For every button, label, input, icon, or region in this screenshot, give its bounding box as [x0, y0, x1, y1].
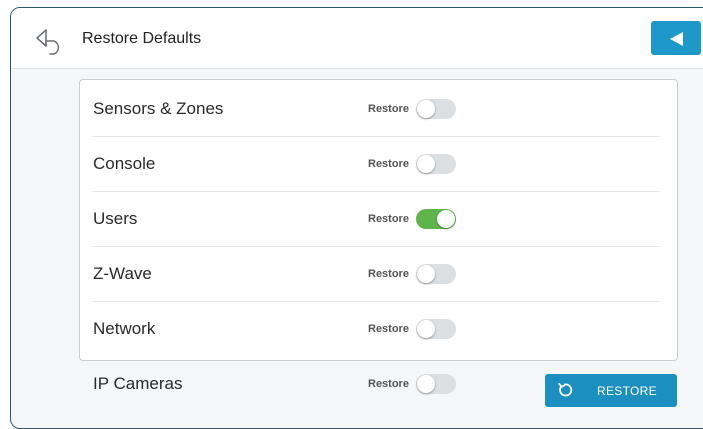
- row-label: Sensors & Zones: [93, 99, 224, 118]
- row-label: Console: [93, 154, 156, 173]
- restore-label: Restore: [368, 378, 409, 390]
- restore-button-label: RESTORE: [597, 384, 657, 398]
- list-item-sensors-zones: Sensors & Zones Restore: [80, 82, 660, 137]
- toggle-console[interactable]: [416, 154, 456, 174]
- restore-label: Restore: [368, 323, 409, 335]
- header-back-button[interactable]: [651, 21, 701, 55]
- restore-button[interactable]: RESTORE: [545, 374, 677, 407]
- toggle-knob: [417, 375, 435, 393]
- list-item-users: Users Restore: [80, 192, 660, 247]
- restore-icon: [558, 382, 573, 397]
- row-label: IP Cameras: [93, 374, 183, 393]
- toggle-z-wave[interactable]: [416, 264, 456, 284]
- row-label: Users: [93, 209, 138, 228]
- row-label: Network: [93, 319, 156, 338]
- toggle-knob: [417, 320, 435, 338]
- restore-label: Restore: [368, 103, 409, 115]
- toggle-knob: [417, 265, 435, 283]
- toggle-network[interactable]: [416, 319, 456, 339]
- header-bar: Restore Defaults: [11, 8, 703, 69]
- undo-arrow-icon[interactable]: [34, 25, 68, 55]
- restore-label: Restore: [368, 268, 409, 280]
- list-item-z-wave: Z-Wave Restore: [80, 247, 660, 302]
- toggle-sensors-zones[interactable]: [416, 99, 456, 119]
- restore-label: Restore: [368, 213, 409, 225]
- toggle-knob: [437, 210, 455, 228]
- row-label: Z-Wave: [93, 264, 152, 283]
- toggle-users[interactable]: [416, 209, 456, 229]
- toggle-knob: [417, 100, 435, 118]
- list-item-network: Network Restore: [80, 302, 660, 357]
- toggle-knob: [417, 155, 435, 173]
- toggle-ip-cameras[interactable]: [416, 374, 456, 394]
- page-title: Restore Defaults: [82, 30, 202, 47]
- list-item-console: Console Restore: [80, 137, 660, 192]
- triangle-left-icon: [670, 32, 683, 46]
- restore-label: Restore: [368, 158, 409, 170]
